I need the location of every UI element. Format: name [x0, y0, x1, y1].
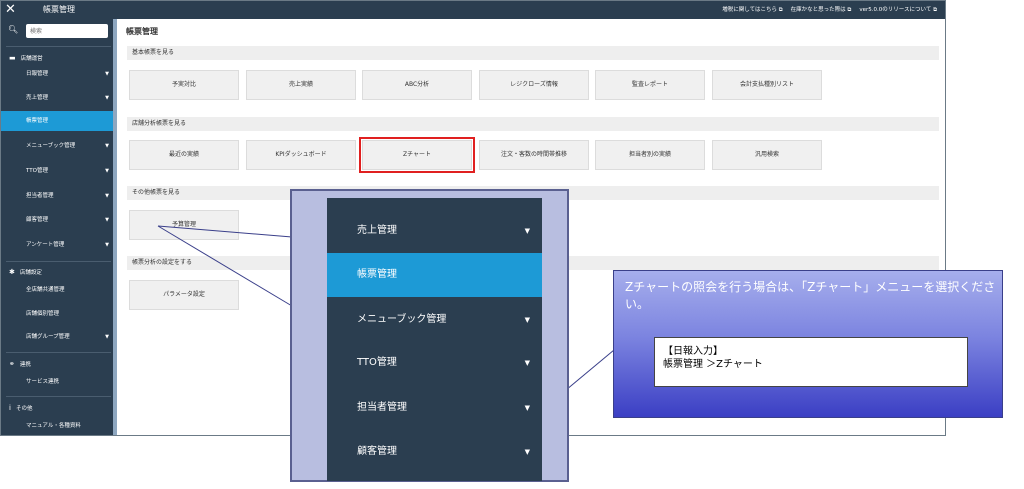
sidebar-item-staff[interactable]: 担当者管理 ▼ — [1, 186, 116, 206]
sidebar: 🔍︎ ▬店舗運営 日報管理▼ 売上管理▼ 帳票管理 メニューブック管理▼ TTO… — [1, 19, 116, 435]
link-icon: ⚭ — [9, 360, 15, 368]
divider — [6, 352, 111, 353]
callout-path-text: 帳票管理 ＞Zチャート — [663, 359, 763, 370]
chevron-down-icon: ▼ — [524, 316, 530, 324]
search-input[interactable] — [26, 24, 108, 38]
chevron-down-icon: ▼ — [105, 143, 109, 149]
kpi-dashboard-button[interactable]: KPIダッシュボード — [246, 140, 356, 170]
group-other: ⅰ その他 — [9, 404, 33, 412]
section-store-analysis: 店舗分析帳票を見る — [127, 117, 939, 131]
group-store-ops: ▬ 店舗運営 — [9, 54, 43, 62]
divider — [6, 46, 111, 47]
sidebar-item-customers[interactable]: 顧客管理 ▼ — [1, 210, 116, 230]
recent-results-button[interactable]: 最近の実績 — [129, 140, 239, 170]
audit-report-button[interactable]: 監査レポート — [595, 70, 705, 100]
sidebar-scrollbar[interactable] — [113, 19, 117, 435]
zoom-item-customers[interactable]: 顧客管理 ▼ — [327, 430, 542, 474]
z-chart-button[interactable]: Zチャート — [359, 137, 475, 173]
page-title: 帳票管理 — [126, 27, 158, 36]
sidebar-item-store-settings[interactable]: 店舗個別管理 — [26, 309, 59, 317]
chevron-down-icon: ▼ — [105, 71, 109, 77]
zoom-item-menu-book[interactable]: メニューブック管理 ▼ — [327, 298, 542, 342]
chevron-down-icon: ▼ — [105, 242, 109, 248]
budget-comparison-button[interactable]: 予実対比 — [129, 70, 239, 100]
register-close-button[interactable]: レジクローズ情報 — [479, 70, 589, 100]
sidebar-item-daily-report[interactable]: 日報管理 ▼ — [1, 64, 116, 84]
store-icon: ▬ — [9, 54, 16, 62]
zoomed-sidebar-menu: 売上管理 ▼ 帳票管理 メニューブック管理 ▼ TTO管理 ▼ 担当者管理 ▼ 顧客管理… — [327, 198, 542, 481]
app-title: 帳票管理 — [43, 5, 75, 14]
staff-results-button[interactable]: 担当者別の実績 — [595, 140, 705, 170]
sidebar-item-service-link[interactable]: サービス連携 — [26, 377, 59, 385]
parameter-settings-button[interactable]: パラメータ設定 — [129, 280, 239, 310]
sidebar-item-tto[interactable]: TTO管理 ▼ — [1, 161, 116, 181]
zoom-item-sales[interactable]: 売上管理 ▼ — [327, 209, 542, 253]
top-bar: ✕ 帳票管理 増税に関してはこちら ⧉ 在庫かなと思った際は ⧉ ver5.0.… — [1, 1, 945, 19]
sidebar-item-common-settings[interactable]: 全店舗共通管理 — [26, 285, 65, 293]
divider — [6, 261, 111, 262]
general-search-button[interactable]: 汎用検索 — [712, 140, 822, 170]
zoom-item-reports[interactable]: 帳票管理 — [327, 253, 542, 297]
close-icon[interactable]: ✕ — [5, 2, 16, 18]
chevron-down-icon: ▼ — [524, 404, 530, 412]
sidebar-item-manuals[interactable]: マニュアル・各種資料 — [26, 421, 81, 429]
chevron-down-icon: ▼ — [524, 227, 530, 235]
callout-path-box: 【日報入力】 帳票管理 ＞Zチャート — [654, 337, 968, 387]
sidebar-item-store-groups[interactable]: 店舗グループ管理 ▼ — [1, 327, 116, 347]
stock-help-link[interactable]: 在庫かなと思った際は ⧉ — [791, 5, 852, 14]
callout-path-title: 【日報入力】 — [663, 346, 723, 357]
sidebar-item-sales[interactable]: 売上管理 ▼ — [1, 88, 116, 108]
chevron-down-icon: ▼ — [105, 193, 109, 199]
group-integration: ⚭ 連携 — [9, 360, 31, 368]
group-store-settings: ✱ 店舗設定 — [9, 268, 42, 276]
sidebar-item-menu-book[interactable]: メニューブック管理 ▼ — [1, 136, 116, 156]
chevron-down-icon: ▼ — [105, 334, 109, 340]
zoom-item-staff[interactable]: 担当者管理 ▼ — [327, 386, 542, 430]
chevron-down-icon: ▼ — [524, 448, 530, 456]
top-links: 増税に関してはこちら ⧉ 在庫かなと思った際は ⧉ ver5.0.0のリリースに… — [722, 5, 937, 14]
instruction-callout: Zチャートの照会を行う場合は、「Zチャート」メニューを選択ください。 【日報入力… — [613, 270, 1003, 418]
hourly-trend-button[interactable]: 注文・客数の時間帯推移 — [479, 140, 589, 170]
sidebar-search: 🔍︎ — [1, 19, 116, 43]
payment-type-list-button[interactable]: 会計支払種別リスト — [712, 70, 822, 100]
info-icon: ⅰ — [9, 404, 11, 412]
chevron-down-icon: ▼ — [105, 168, 109, 174]
callout-message: Zチャートの照会を行う場合は、「Zチャート」メニューを選択ください。 — [625, 280, 996, 311]
search-icon: 🔍︎ — [8, 25, 19, 34]
chevron-down-icon: ▼ — [524, 359, 530, 367]
section-basic-reports: 基本帳票を見る — [127, 46, 939, 60]
budget-management-button[interactable]: 予算管理 — [129, 210, 239, 240]
gear-icon: ✱ — [9, 268, 15, 276]
sidebar-item-reports[interactable]: 帳票管理 — [1, 111, 116, 131]
tax-info-link[interactable]: 増税に関してはこちら ⧉ — [722, 5, 782, 14]
sidebar-item-survey[interactable]: アンケート管理 ▼ — [1, 235, 116, 255]
abc-analysis-button[interactable]: ABC分析 — [362, 70, 472, 100]
zoom-item-tto[interactable]: TTO管理 ▼ — [327, 341, 542, 385]
chevron-down-icon: ▼ — [105, 95, 109, 101]
divider — [6, 396, 111, 397]
chevron-down-icon: ▼ — [105, 217, 109, 223]
release-notes-link[interactable]: ver5.0.0のリリースについて ⧉ — [859, 5, 937, 14]
sales-results-button[interactable]: 売上実績 — [246, 70, 356, 100]
